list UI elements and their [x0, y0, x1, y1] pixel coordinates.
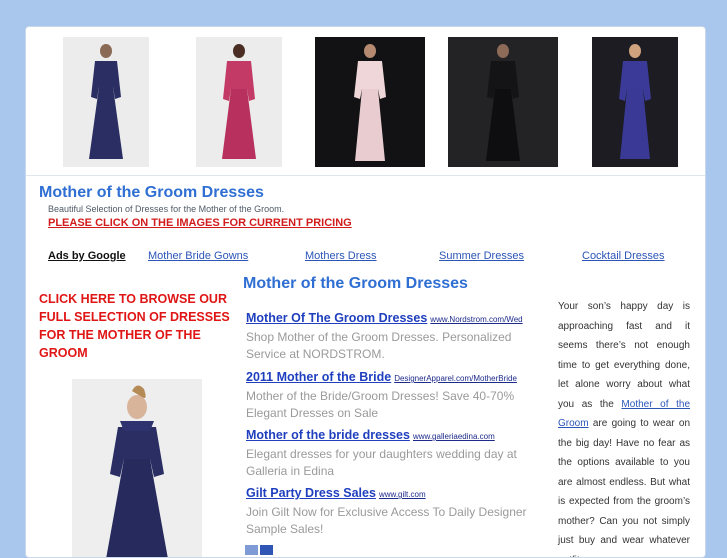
- ad-description: Join Gilt Now for Exclusive Access To Da…: [246, 505, 527, 536]
- ad-description: Mother of the Bride/Groom Dresses! Save …: [246, 389, 515, 420]
- adchoices-icon[interactable]: [245, 545, 275, 555]
- pricing-link[interactable]: PLEASE CLICK ON THE IMAGES FOR CURRENT P…: [48, 217, 352, 229]
- dress-photo-navy-image: [63, 37, 149, 167]
- ad-url[interactable]: www.galleriaedina.com: [413, 432, 495, 441]
- dress-photo-black[interactable]: [448, 37, 558, 167]
- browse-selection-link[interactable]: CLICK HERE TO BROWSE OUR FULL SELECTION …: [39, 290, 239, 362]
- ad-description: Shop Mother of the Groom Dresses. Person…: [246, 330, 512, 361]
- dress-photo-blush-image: [315, 37, 425, 167]
- ad-item: Mother Of The Groom Dresses www.Nordstrom…: [246, 309, 542, 363]
- dress-gallery: [26, 27, 705, 176]
- ad-footer: [245, 542, 275, 557]
- dress-photo-black-image: [448, 37, 558, 167]
- dress-photo-navy[interactable]: [63, 37, 149, 167]
- article-text-after: are going to wear on the big day! Have n…: [558, 418, 691, 557]
- ad-url[interactable]: www.Nordstrom.com/Wed: [430, 315, 522, 324]
- page-container: Mother of the Groom Dresses Beautiful Se…: [25, 26, 706, 558]
- main-section-title: Mother of the Groom Dresses: [243, 275, 468, 292]
- ad-title-link[interactable]: Gilt Party Dress Sales: [246, 486, 376, 500]
- ad-description: Elegant dresses for your daughters weddi…: [246, 447, 517, 478]
- dress-photo-pink[interactable]: [196, 37, 282, 167]
- ad-link-mothers-dress[interactable]: Mothers Dress: [305, 250, 377, 262]
- ad-item: Gilt Party Dress Sales www.gilt.com Join …: [246, 484, 542, 538]
- dress-photo-pink-image: [196, 37, 282, 167]
- site-title: Mother of the Groom Dresses: [39, 184, 264, 201]
- article-text: Your son’s happy day is approaching fast…: [558, 297, 691, 557]
- dress-photo-purple-image: [592, 37, 678, 167]
- site-subtitle: Beautiful Selection of Dresses for the M…: [48, 204, 285, 214]
- dress-photo-blush[interactable]: [315, 37, 425, 167]
- featured-dress-image: [72, 379, 202, 557]
- dress-photo-purple[interactable]: [592, 37, 678, 167]
- ad-link-mother-bride-gowns[interactable]: Mother Bride Gowns: [148, 250, 248, 262]
- ad-url[interactable]: DesignerApparel.com/MotherBride: [394, 374, 517, 383]
- ad-item: 2011 Mother of the Bride DesignerApparel.…: [246, 368, 542, 422]
- ad-title-link[interactable]: Mother Of The Groom Dresses: [246, 311, 427, 325]
- ad-link-cocktail-dresses[interactable]: Cocktail Dresses: [582, 250, 665, 262]
- ad-url[interactable]: www.gilt.com: [379, 490, 426, 499]
- ad-title-link[interactable]: Mother of the bride dresses: [246, 428, 410, 442]
- featured-dress-photo[interactable]: [72, 379, 202, 557]
- ad-item: Mother of the bride dresses www.galleriae…: [246, 426, 542, 480]
- ads-by-google-link[interactable]: Ads by Google: [48, 250, 126, 262]
- ad-link-summer-dresses[interactable]: Summer Dresses: [439, 250, 524, 262]
- ad-title-link[interactable]: 2011 Mother of the Bride: [246, 370, 391, 384]
- article-text-before: Your son’s happy day is approaching fast…: [558, 301, 690, 410]
- ads-nav-bar: Ads by Google Mother Bride Gowns Mothers…: [26, 247, 705, 267]
